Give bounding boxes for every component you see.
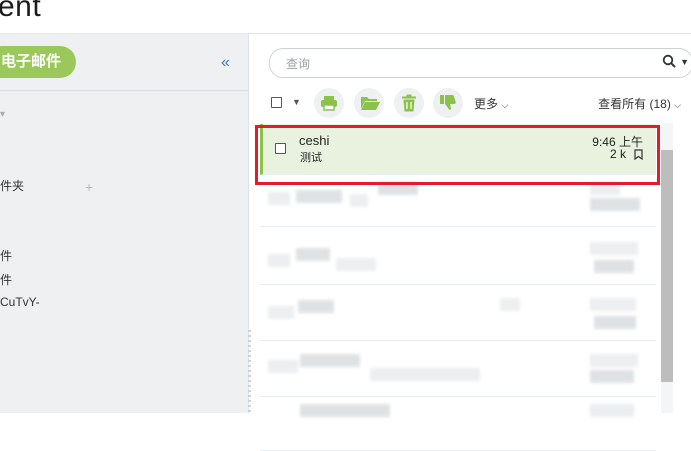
scrollbar-thumb[interactable] — [661, 150, 673, 382]
collapse-sidebar-icon[interactable]: « — [221, 54, 230, 72]
chevron-down-icon: ⌵ — [501, 100, 509, 110]
pane-resize-handle[interactable] — [248, 330, 251, 413]
view-all-label: 查看所有 (18) — [598, 97, 671, 111]
sidebar-item-2[interactable]: 件 — [0, 271, 12, 288]
list-item[interactable] — [260, 400, 656, 451]
thumbs-down-icon — [440, 95, 456, 110]
print-icon — [321, 96, 337, 111]
message-list-scrollbar[interactable] — [661, 123, 673, 413]
view-all-filter[interactable]: 查看所有 (18) ⌵ — [598, 95, 681, 112]
compose-button[interactable]: 电子邮件 — [0, 46, 76, 78]
add-folder-icon[interactable]: + — [85, 179, 93, 195]
sidebar-item-1[interactable]: 件 — [0, 247, 12, 264]
app-header: ent® — [0, 0, 691, 34]
search-box[interactable]: 查询 ▼ — [269, 48, 691, 78]
sidebar-item-3[interactable]: CuTvY- — [0, 295, 40, 309]
sidebar-divider — [0, 90, 248, 91]
trash-icon — [402, 94, 416, 112]
brand-text: ent — [0, 0, 42, 23]
move-folder-button[interactable] — [354, 88, 384, 118]
sidebar: 电子邮件 « ▾ 件夹 + 件 件 CuTvY- — [0, 34, 249, 413]
list-item[interactable] — [260, 290, 656, 341]
list-item[interactable] — [260, 346, 656, 397]
select-options-icon[interactable]: ▼ — [292, 97, 301, 107]
more-menu[interactable]: 更多 ⌵ — [474, 95, 508, 112]
print-button[interactable] — [314, 88, 344, 118]
delete-button[interactable] — [394, 88, 424, 118]
chevron-down-icon: ⌵ — [674, 100, 681, 110]
toolbar: ▼ 更多 ⌵ 查看所有 (18) ⌵ — [252, 86, 691, 118]
folder-marker-icon: ▾ — [0, 109, 6, 120]
more-label: 更多 — [474, 97, 499, 111]
search-options-icon[interactable]: ▼ — [680, 57, 689, 67]
selection-highlight — [255, 125, 660, 185]
folder-open-icon — [361, 97, 380, 110]
message-pane: 查询 ▼ ▼ 更多 ⌵ 查看所有 (18) ⌵ ceshi 测试 9:46 上午… — [252, 34, 691, 451]
sidebar-item-folders[interactable]: 件夹 — [0, 177, 24, 194]
list-item[interactable] — [260, 234, 656, 285]
search-input[interactable]: 查询 — [286, 55, 310, 72]
spam-button[interactable] — [433, 88, 463, 118]
search-icon[interactable] — [662, 54, 676, 72]
select-all-checkbox[interactable] — [271, 97, 282, 108]
brand-logo: ent® — [0, 0, 51, 24]
